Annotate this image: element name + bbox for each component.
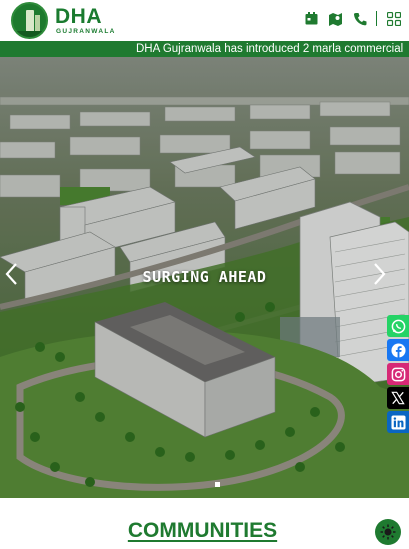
slider-next-button[interactable] xyxy=(373,262,395,292)
chevron-left-icon xyxy=(5,263,17,285)
ticker-text[interactable]: DHA Gujranwala has introduced 2 marla co… xyxy=(136,43,403,55)
logo-text[interactable]: DHA xyxy=(55,5,102,29)
instagram-icon[interactable] xyxy=(387,363,409,385)
communities-heading[interactable]: COMMUNITIES xyxy=(0,519,405,543)
chevron-right-icon xyxy=(374,263,386,285)
whatsapp-icon[interactable] xyxy=(387,315,409,337)
logo-subtext: GUJRANWALA xyxy=(56,28,116,35)
x-icon[interactable] xyxy=(387,387,409,409)
slider-dot-active[interactable] xyxy=(215,482,220,487)
header-icon-bar xyxy=(304,11,401,26)
news-ticker[interactable]: DHA Gujranwala has introduced 2 marla co… xyxy=(0,41,409,57)
slider-prev-button[interactable] xyxy=(4,262,26,292)
theme-toggle-button[interactable] xyxy=(375,519,401,545)
grid-menu-icon[interactable] xyxy=(386,11,401,26)
social-sidebar xyxy=(387,315,409,433)
dha-logo-emblem[interactable] xyxy=(11,2,48,39)
hero-caption: SURGING AHEAD xyxy=(142,268,267,286)
facebook-icon[interactable] xyxy=(387,339,409,361)
hero-slider[interactable]: SURGING AHEAD xyxy=(0,57,409,498)
map-icon[interactable] xyxy=(328,11,343,26)
phone-icon[interactable] xyxy=(352,11,367,26)
linkedin-icon[interactable] xyxy=(387,411,409,433)
calendar-icon[interactable] xyxy=(304,11,319,26)
header-divider xyxy=(376,11,377,26)
sun-icon xyxy=(380,524,396,540)
site-header: DHA GUJRANWALA xyxy=(0,0,409,41)
